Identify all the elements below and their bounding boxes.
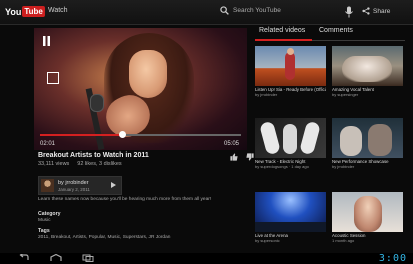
tags-value: 2011, Breakout, Artists, Popular, Music,… bbox=[38, 235, 171, 240]
video-card-meta: by superdogsongs · 1 day ago bbox=[255, 164, 309, 169]
upload-date: January 2, 2011 bbox=[58, 187, 90, 192]
video-thumbnail bbox=[332, 118, 403, 158]
related-video-card[interactable]: New Performance Showcase by jrrobinder bbox=[332, 118, 403, 169]
back-icon[interactable] bbox=[18, 254, 30, 262]
action-bar: You Tube Watch Search YouTube Share bbox=[0, 0, 413, 25]
rating-buttons bbox=[230, 153, 254, 161]
tab-comments[interactable]: Comments bbox=[319, 27, 353, 34]
like-count: 92 likes, 3 dislikes bbox=[77, 161, 122, 167]
thumbs-up-icon[interactable] bbox=[230, 153, 238, 161]
status-clock: 3:00 bbox=[378, 253, 407, 264]
video-card-meta: by supersinger bbox=[332, 92, 359, 97]
share-icon bbox=[362, 7, 370, 15]
video-card-meta: by supersonic bbox=[255, 238, 280, 243]
related-video-card[interactable]: Amazing Vocal Talent by supersinger bbox=[332, 46, 403, 97]
uploader-channel-button[interactable]: by jrrobinder January 2, 2011 bbox=[38, 176, 122, 195]
thumbs-down-icon[interactable] bbox=[246, 153, 254, 161]
video-card-meta: 1 month ago bbox=[332, 238, 355, 243]
home-icon[interactable] bbox=[50, 254, 62, 262]
video-thumbnail bbox=[332, 46, 403, 86]
search-button[interactable]: Search YouTube bbox=[220, 6, 281, 15]
page-title: Watch bbox=[48, 7, 68, 14]
active-tab-indicator bbox=[255, 39, 312, 41]
tags-label: Tags bbox=[38, 228, 50, 234]
system-navigation-bar: 3:00 bbox=[0, 253, 413, 264]
category-value: Music bbox=[38, 218, 51, 223]
video-thumbnail bbox=[332, 192, 403, 232]
view-count: 33,111 views bbox=[38, 161, 70, 167]
search-label: Search YouTube bbox=[233, 7, 281, 14]
chevron-right-icon bbox=[111, 182, 116, 188]
video-card-meta: by jrrobinder bbox=[332, 164, 355, 169]
video-stats: 33,111 views 92 likes, 3 dislikes bbox=[38, 161, 248, 167]
progress-fill bbox=[40, 134, 123, 136]
video-title: Breakout Artists to Watch in 2011 bbox=[38, 152, 149, 159]
video-info: Breakout Artists to Watch in 2011 33,111… bbox=[38, 152, 248, 167]
related-video-card[interactable]: Listen Up! Sia - Ready Before (Official … bbox=[255, 46, 326, 97]
video-player[interactable]: 02:01 05:05 bbox=[34, 28, 247, 150]
video-description: Learn these names now because you'll be … bbox=[38, 197, 212, 202]
search-icon bbox=[220, 6, 229, 15]
video-frame-face bbox=[129, 50, 167, 98]
video-thumbnail bbox=[255, 118, 326, 158]
youtube-logo[interactable]: You Tube bbox=[5, 5, 45, 18]
fullscreen-icon[interactable] bbox=[47, 72, 59, 84]
video-thumbnail bbox=[255, 46, 326, 86]
video-thumbnail bbox=[255, 192, 326, 232]
tab-related-videos[interactable]: Related videos bbox=[259, 27, 305, 34]
uploader-name: by jrrobinder bbox=[58, 180, 89, 186]
sidebar-tabs: Related videos Comments bbox=[255, 27, 405, 41]
related-video-card[interactable]: Live at the Arena by supersonic bbox=[255, 192, 326, 243]
category-label: Category bbox=[38, 211, 61, 217]
recent-apps-icon[interactable] bbox=[82, 254, 94, 262]
share-label: Share bbox=[373, 7, 391, 15]
logo-you: You bbox=[5, 6, 22, 17]
share-button[interactable]: Share bbox=[362, 7, 390, 15]
microphone-icon[interactable] bbox=[344, 6, 354, 18]
related-video-card[interactable]: New Track - Electric Night by superdogso… bbox=[255, 118, 326, 169]
logo-tube: Tube bbox=[22, 6, 45, 17]
related-video-card[interactable]: Acoustic Session 1 month ago bbox=[332, 192, 403, 243]
total-time: 05:05 bbox=[223, 141, 239, 147]
pause-icon[interactable] bbox=[42, 36, 51, 46]
video-frame-mic bbox=[90, 94, 104, 112]
progress-bar[interactable] bbox=[40, 131, 241, 138]
avatar bbox=[41, 179, 54, 192]
video-card-meta: by jrrobinder bbox=[255, 92, 278, 97]
current-time: 02:01 bbox=[40, 141, 56, 147]
